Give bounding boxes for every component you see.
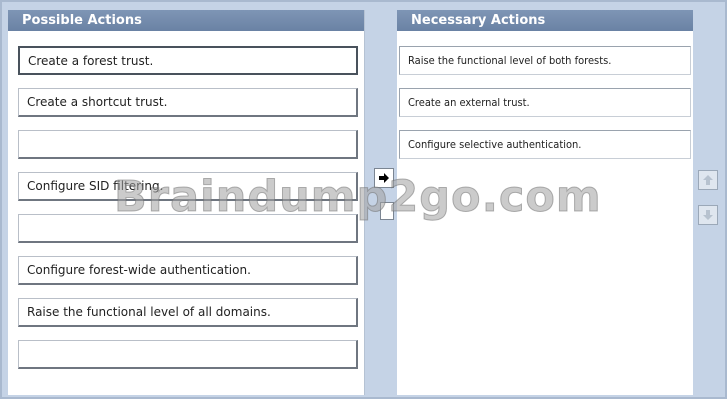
watermark-text: Braindump2go.com	[114, 172, 602, 223]
drag-drop-question: Possible Actions Create a forest trust. …	[0, 0, 727, 399]
possible-action-label: Create a forest trust.	[28, 53, 154, 68]
possible-action-label: Create a shortcut trust.	[27, 95, 168, 109]
possible-action-label: Configure forest-wide authentication.	[27, 263, 251, 277]
possible-action-slot-empty[interactable]	[18, 130, 358, 159]
move-up-button[interactable]	[698, 170, 718, 190]
necessary-action-label: Configure selective authentication.	[408, 138, 582, 151]
possible-action-label: Raise the functional level of all domain…	[27, 305, 271, 319]
possible-action-item[interactable]: Create a shortcut trust.	[18, 88, 358, 117]
move-down-button[interactable]	[698, 205, 718, 225]
necessary-action-label: Raise the functional level of both fores…	[408, 54, 612, 67]
necessary-action-item[interactable]: Create an external trust.	[399, 88, 691, 117]
possible-actions-title: Possible Actions	[8, 10, 364, 31]
possible-action-item[interactable]: Create a forest trust.	[18, 46, 358, 75]
necessary-actions-title: Necessary Actions	[397, 10, 693, 31]
necessary-action-item[interactable]: Configure selective authentication.	[399, 130, 691, 159]
necessary-action-item[interactable]: Raise the functional level of both fores…	[399, 46, 691, 75]
possible-action-slot-empty[interactable]	[18, 340, 358, 369]
arrow-down-icon	[703, 210, 713, 220]
arrow-up-icon	[703, 175, 713, 185]
possible-action-item[interactable]: Raise the functional level of all domain…	[18, 298, 358, 327]
possible-action-item[interactable]: Configure forest-wide authentication.	[18, 256, 358, 285]
necessary-action-label: Create an external trust.	[408, 96, 530, 109]
